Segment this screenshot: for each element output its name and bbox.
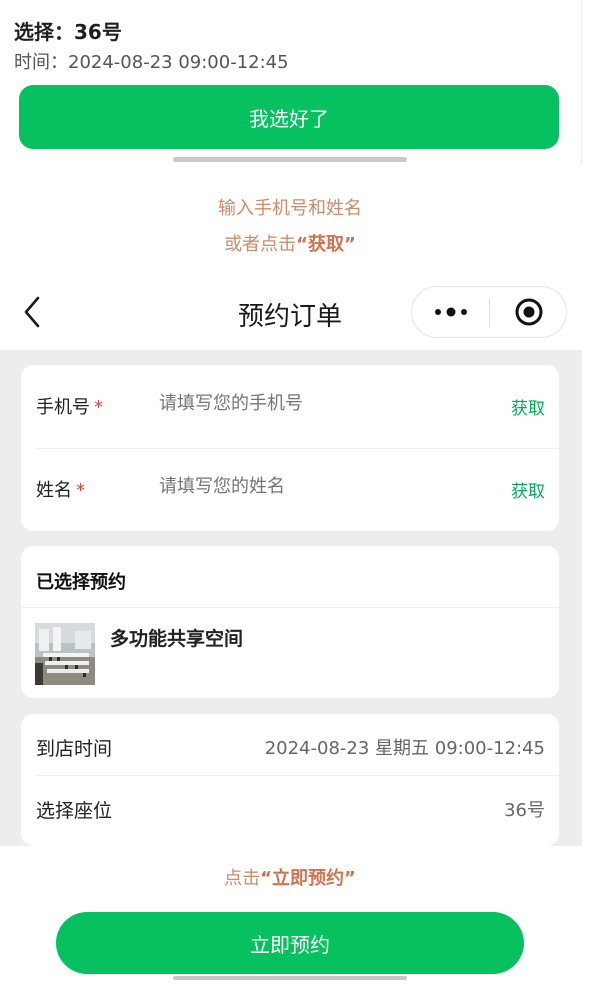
booking-details-card: 到店时间 2024-08-23 星期五 09:00-12:45 选择座位 36号 <box>21 714 559 846</box>
phone-label: 手机号 * <box>36 393 103 419</box>
selected-time-label: 时间：2024-08-23 09:00-12:45 <box>14 52 289 73</box>
more-dots-icon <box>434 307 467 317</box>
contact-form-card: 手机号* 获取 姓名* 获取 <box>21 365 559 531</box>
selected-reservation-card: 已选择预约 多功能共享空间 <box>21 546 559 698</box>
hint-click-book: 点击“立即预约” <box>0 864 580 890</box>
hint-enter-phone-name: 输入手机号和姓名 <box>218 198 362 219</box>
phone-label-text: 手机号 <box>36 397 90 418</box>
close-miniprogram-button[interactable] <box>490 287 567 337</box>
venue-thumbnail <box>35 623 95 685</box>
section-divider <box>21 607 559 608</box>
navigation-bar: 预约订单 <box>0 282 582 350</box>
venue-name: 多功能共享空间 <box>110 628 244 650</box>
target-circle-icon <box>515 298 542 326</box>
hint-highlight: “立即预约” <box>260 868 356 889</box>
get-name-button[interactable]: 获取 <box>511 477 545 502</box>
miniprogram-capsule <box>411 286 567 338</box>
required-mark: * <box>76 480 85 501</box>
hint-text: 点击 <box>224 868 261 889</box>
selected-seat-label: 选择：36号 <box>14 20 122 44</box>
phone-row: 手机号* 获取 <box>21 365 559 448</box>
hint-or-click-get: 或者点击“获取” <box>0 230 580 256</box>
name-label: 姓名 * <box>36 476 85 502</box>
seat-label: 选择座位 <box>36 800 113 822</box>
home-indicator <box>173 976 407 980</box>
home-indicator <box>173 157 407 162</box>
hint-text: 或者点击 <box>224 234 297 255</box>
get-phone-button[interactable]: 获取 <box>511 394 545 419</box>
more-button[interactable] <box>412 287 489 337</box>
arrival-time-label: 到店时间 <box>36 738 113 760</box>
seat-row: 选择座位 36号 <box>21 776 559 838</box>
confirm-selection-button[interactable]: 我选好了 <box>19 85 559 149</box>
arrival-time-row: 到店时间 2024-08-23 星期五 09:00-12:45 <box>21 714 559 776</box>
seat-value: 36号 <box>504 800 545 821</box>
book-now-button[interactable]: 立即预约 <box>56 912 524 974</box>
seat-selection-panel: 选择：36号 时间：2024-08-23 09:00-12:45 我选好了 <box>0 0 582 164</box>
order-content: 手机号* 获取 姓名* 获取 已选择预约 <box>0 350 582 846</box>
section-title: 已选择预约 <box>36 572 126 593</box>
name-input[interactable] <box>159 476 459 497</box>
required-mark: * <box>94 397 103 418</box>
hint-highlight: “获取” <box>296 234 356 255</box>
phone-input[interactable] <box>159 393 459 414</box>
name-label-text: 姓名 <box>36 480 72 501</box>
name-row: 姓名* 获取 <box>21 448 559 531</box>
arrival-time-value: 2024-08-23 星期五 09:00-12:45 <box>264 738 545 759</box>
